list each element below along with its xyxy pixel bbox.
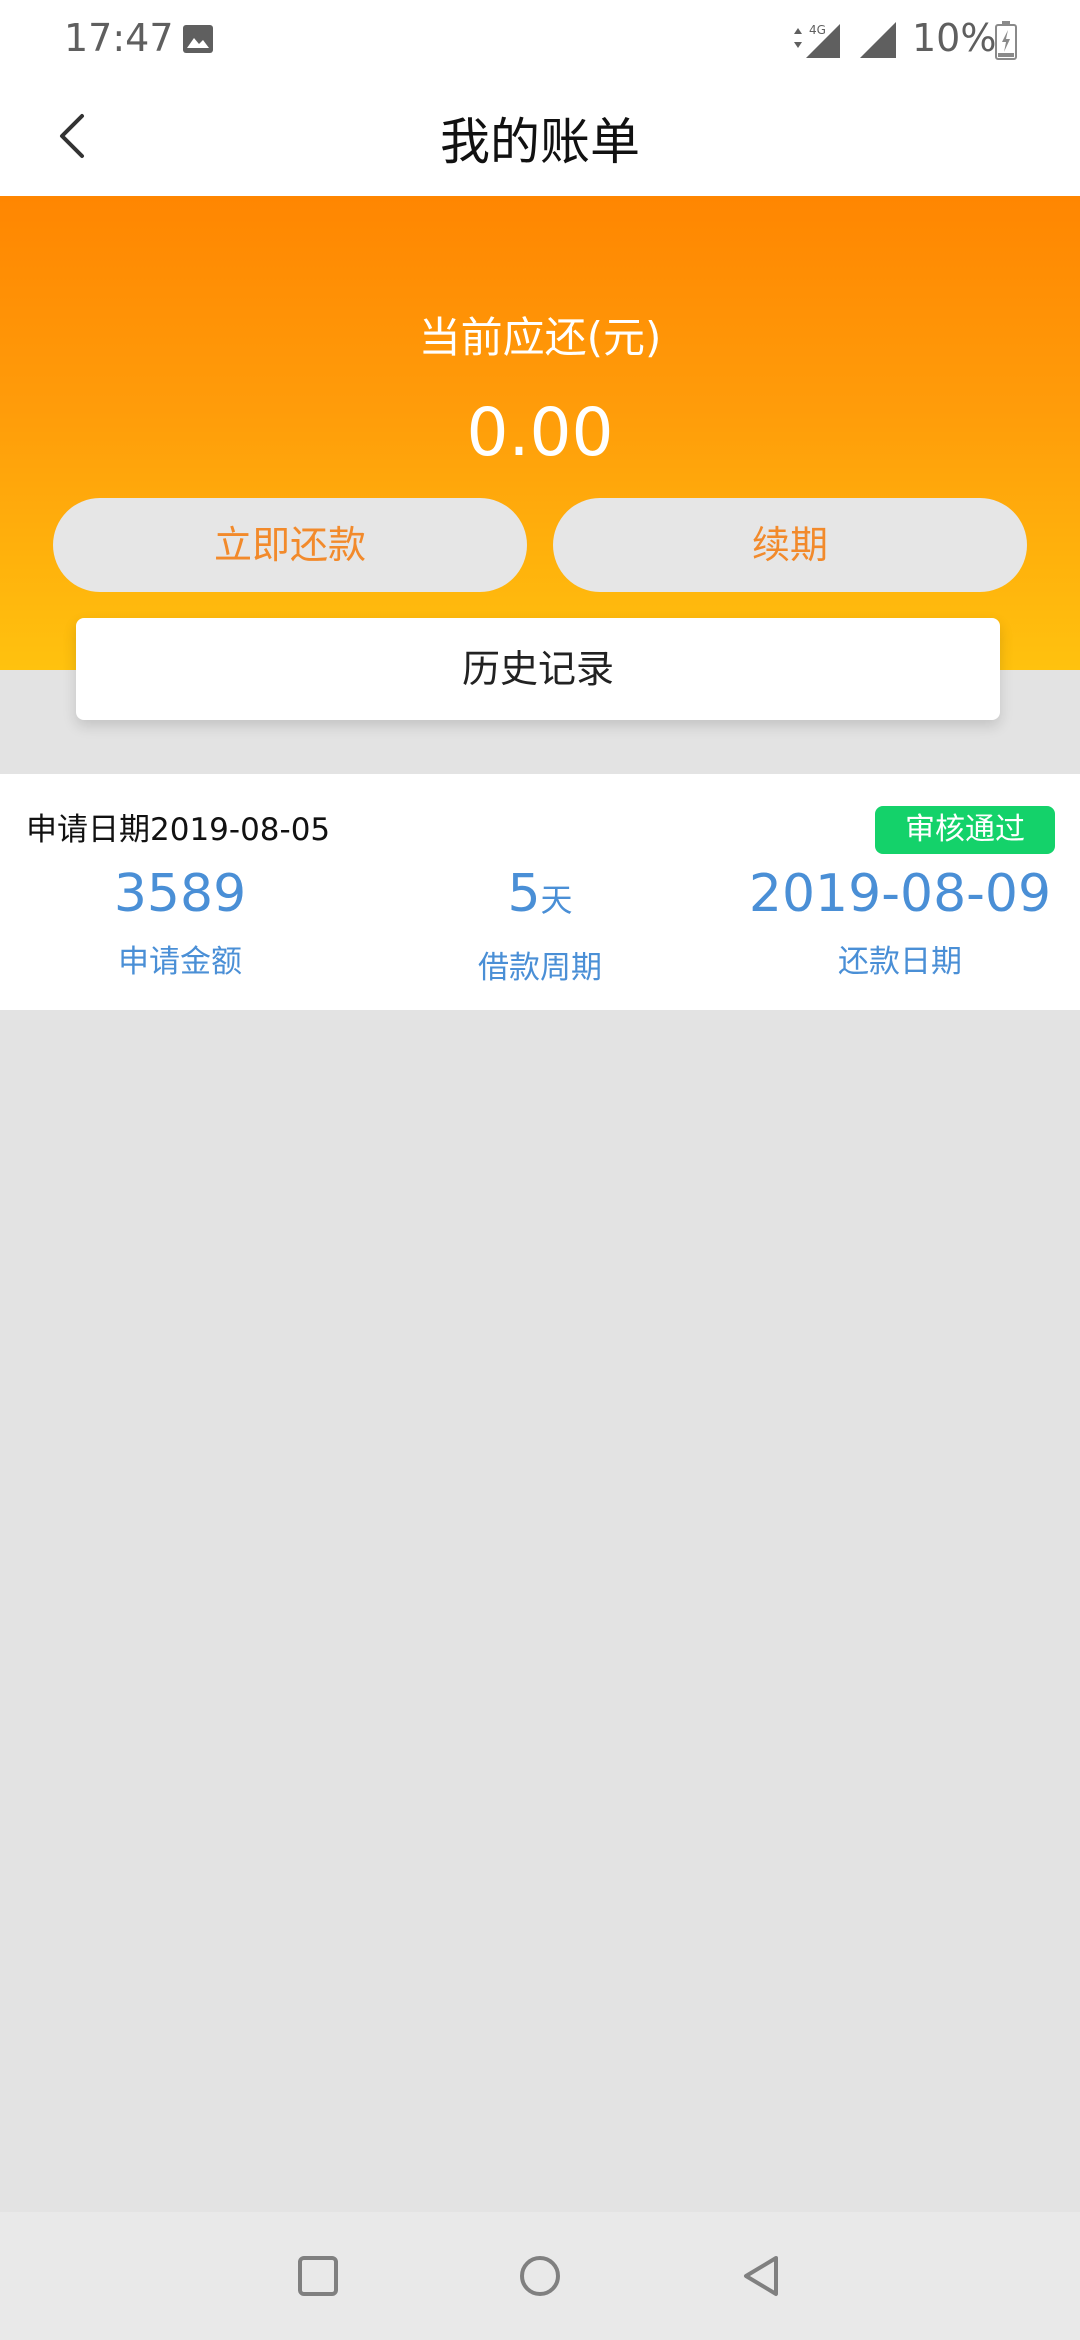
circle-icon[interactable] bbox=[514, 2250, 566, 2302]
repay-date-label: 还款日期 bbox=[838, 944, 962, 980]
battery-percent: 10% bbox=[912, 16, 997, 60]
apply-date: 申请日期2019-08-05 bbox=[26, 812, 331, 848]
loan-record[interactable]: 申请日期2019-08-05 审核通过 3589 申请金额 5天 借款周期 20… bbox=[0, 774, 1080, 1010]
screen: 17:47 4G 10% 我的账单 当前应还(元) 0.00 立即还款 续期 历… bbox=[0, 0, 1080, 2340]
balance-summary: 当前应还(元) 0.00 立即还款 续期 bbox=[0, 196, 1080, 670]
status-badge: 审核通过 bbox=[875, 806, 1055, 854]
amount-label: 申请金额 bbox=[118, 944, 242, 980]
due-label: 当前应还(元) bbox=[418, 313, 662, 362]
title-bar: 我的账单 bbox=[0, 80, 1080, 196]
image-icon bbox=[183, 25, 213, 53]
period-value: 5 bbox=[507, 864, 541, 924]
history-button[interactable]: 历史记录 bbox=[76, 618, 1000, 720]
due-amount: 0.00 bbox=[466, 394, 614, 471]
status-time: 17:47 bbox=[64, 16, 174, 60]
renew-button[interactable]: 续期 bbox=[553, 498, 1027, 592]
square-icon[interactable] bbox=[292, 2250, 344, 2302]
network-type-label: 4G bbox=[809, 23, 826, 37]
mobile-data-icon: 4G bbox=[794, 23, 840, 58]
signal-icon bbox=[860, 22, 896, 58]
metric-period: 5天 借款周期 bbox=[360, 862, 720, 987]
metric-repay-date: 2019-08-09 还款日期 bbox=[720, 862, 1080, 981]
repay-now-button[interactable]: 立即还款 bbox=[53, 498, 527, 592]
metric-amount: 3589 申请金额 bbox=[0, 862, 360, 981]
page-title: 我的账单 bbox=[440, 113, 640, 171]
period-value-line: 5天 bbox=[360, 862, 720, 932]
status-bar: 17:47 4G 10% bbox=[0, 0, 1080, 80]
repay-date-value: 2019-08-09 bbox=[748, 864, 1052, 924]
period-label: 借款周期 bbox=[478, 950, 602, 986]
triangle-back-icon[interactable] bbox=[736, 2250, 788, 2302]
system-nav-bar bbox=[0, 2212, 1080, 2340]
battery-icon bbox=[995, 21, 1017, 60]
amount-value: 3589 bbox=[113, 864, 247, 924]
period-unit: 天 bbox=[540, 881, 573, 919]
